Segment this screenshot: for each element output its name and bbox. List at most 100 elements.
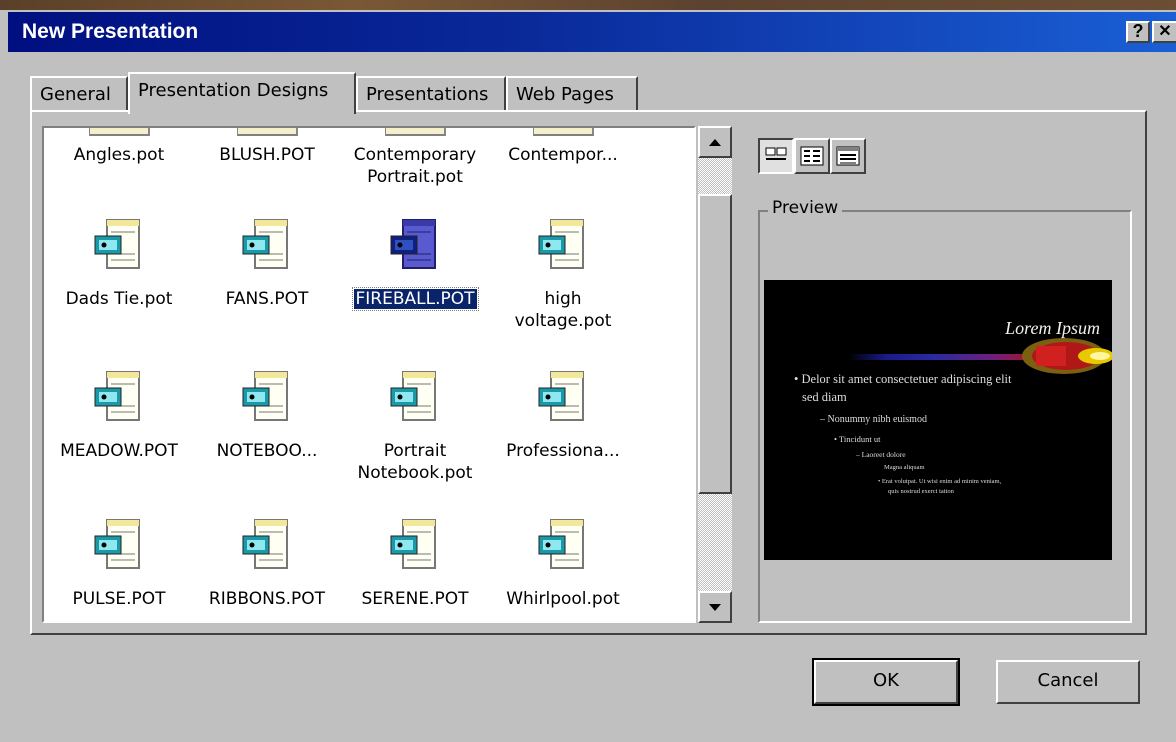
- template-file-label-line: voltage.pot: [514, 311, 612, 331]
- template-file-label: FANS.POT: [192, 288, 342, 310]
- template-file-icon: [390, 519, 436, 569]
- template-file-label-line: NOTEBOO...: [216, 441, 318, 461]
- slide-bullet-6-cont: quis nostrud exerci tation: [888, 488, 954, 495]
- slide-bullet-2: – Nonummy nibh euismod: [820, 414, 927, 425]
- template-file-icon-partial: [89, 128, 150, 136]
- large-icons-view-icon: [765, 147, 787, 160]
- background-strip: [0, 0, 1176, 10]
- template-file-icon: [390, 371, 436, 421]
- template-file-item[interactable]: MEADOW.POT: [44, 366, 194, 496]
- template-file-label: SERENE.POT: [340, 588, 490, 610]
- vertical-scrollbar[interactable]: [698, 126, 732, 623]
- template-file-item[interactable]: Portrait Notebook.pot: [340, 366, 490, 496]
- template-file-label-line: Professiona...: [506, 441, 620, 461]
- window-title: New Presentation: [22, 20, 199, 43]
- list-view-icon: [800, 146, 824, 166]
- template-file-label-line: FANS.POT: [225, 289, 309, 309]
- tab-general[interactable]: General: [30, 76, 128, 112]
- template-file-item[interactable]: PULSE.POT: [44, 514, 194, 621]
- template-file-label-line: Whirlpool.pot: [506, 589, 620, 609]
- preview-label: Preview: [768, 198, 843, 218]
- template-file-label: Angles.pot: [44, 144, 194, 166]
- preview-slide: Lorem Ipsum • Delor sit amet consectetue…: [764, 280, 1112, 560]
- template-file-icon: [242, 519, 288, 569]
- template-file-item[interactable]: FANS.POT: [192, 214, 342, 344]
- slide-bullet-6: • Erat volutpat. Ut wisi enim ad minim v…: [878, 478, 1002, 485]
- close-button[interactable]: ✕: [1152, 21, 1176, 43]
- template-file-label-line: Contempor...: [508, 145, 618, 165]
- template-file-label-line: Dads Tie.pot: [65, 289, 173, 309]
- tab-web-pages[interactable]: Web Pages: [506, 76, 638, 112]
- fireball-graphic: [1022, 338, 1112, 374]
- template-file-icon: [94, 371, 140, 421]
- ok-button[interactable]: OK: [812, 658, 960, 706]
- template-file-label: Whirlpool.pot: [488, 588, 638, 610]
- template-file-item[interactable]: RIBBONS.POT: [192, 514, 342, 621]
- template-file-label-line: Portrait.pot: [367, 167, 463, 187]
- template-file-label-line: Angles.pot: [73, 145, 165, 165]
- template-file-label-line: FIREBALL.POT: [351, 287, 479, 311]
- scroll-up-button[interactable]: [698, 126, 732, 158]
- template-file-item[interactable]: SERENE.POT: [340, 514, 490, 621]
- template-file-label-line: BLUSH.POT: [219, 145, 315, 165]
- template-file-list[interactable]: Angles.pot BLUSH.POT Contemporary Portrait.…: [42, 126, 696, 623]
- slide-bullet-4: – Laoreet dolore: [856, 450, 906, 459]
- list-view-button[interactable]: [794, 138, 830, 174]
- template-file-icon: [242, 371, 288, 421]
- large-icons-view-button[interactable]: [758, 138, 794, 174]
- template-file-label: high voltage.pot: [488, 288, 638, 332]
- template-file-icon: [94, 219, 140, 269]
- template-file-label: RIBBONS.POT: [192, 588, 342, 610]
- slide-title: Lorem Ipsum: [1005, 318, 1100, 338]
- template-file-icon-partial: [237, 128, 298, 136]
- template-file-label: PULSE.POT: [44, 588, 194, 610]
- template-file-icon-partial: [385, 128, 446, 136]
- template-file-label-line: high: [544, 289, 582, 309]
- tab-presentations[interactable]: Presentations: [356, 76, 506, 112]
- slide-bullet-1-cont: sed diam: [802, 390, 847, 404]
- template-file-label: Professiona...: [488, 440, 638, 462]
- preview-group: Preview Lorem Ipsum • Delor sit amet con…: [758, 198, 1132, 623]
- template-file-label-line: MEADOW.POT: [60, 441, 178, 461]
- template-file-label-line: SERENE.POT: [361, 589, 469, 609]
- template-file-label: Dads Tie.pot: [44, 288, 194, 310]
- template-file-label: FIREBALL.POT: [340, 287, 490, 311]
- template-file-icon: [538, 519, 584, 569]
- template-file-item[interactable]: FIREBALL.POT: [340, 214, 490, 344]
- fireball-streak: [848, 354, 1038, 360]
- help-button[interactable]: ?: [1126, 21, 1150, 43]
- template-file-item[interactable]: Whirlpool.pot: [488, 514, 638, 621]
- cancel-button[interactable]: Cancel: [996, 660, 1140, 704]
- template-file-item[interactable]: NOTEBOO...: [192, 366, 342, 496]
- template-file-label: Contemporary Portrait.pot: [340, 144, 490, 188]
- title-bar[interactable]: New Presentation ? ✕: [8, 12, 1176, 52]
- template-file-icon: [94, 519, 140, 569]
- slide-bullet-1: • Delor sit amet consectetuer adipiscing…: [794, 372, 1012, 386]
- details-view-button[interactable]: [830, 138, 866, 174]
- template-file-label: Portrait Notebook.pot: [340, 440, 490, 484]
- tab-presentation-designs[interactable]: Presentation Designs: [128, 72, 356, 114]
- template-file-icon: [242, 219, 288, 269]
- template-file-label-line: RIBBONS.POT: [208, 589, 326, 609]
- tab-panel: Angles.pot BLUSH.POT Contemporary Portrait.…: [30, 110, 1147, 635]
- template-file-label-line: Contemporary: [353, 145, 477, 165]
- up-arrow-icon: [709, 139, 721, 146]
- template-file-label-line: Notebook.pot: [357, 463, 473, 483]
- template-file-icon-partial: [533, 128, 594, 136]
- template-file-icon: [390, 219, 436, 269]
- down-arrow-icon: [709, 604, 721, 611]
- slide-bullet-5: Magna aliquam: [884, 464, 925, 471]
- scroll-down-button[interactable]: [698, 591, 732, 623]
- details-view-icon: [836, 146, 860, 166]
- scroll-thumb[interactable]: [698, 194, 732, 494]
- template-file-item[interactable]: Dads Tie.pot: [44, 214, 194, 344]
- template-file-icon: [538, 219, 584, 269]
- template-file-item[interactable]: high voltage.pot: [488, 214, 638, 344]
- template-file-icon: [538, 371, 584, 421]
- slide-bullet-3: • Tincidunt ut: [834, 434, 881, 444]
- template-file-label: NOTEBOO...: [192, 440, 342, 462]
- template-file-label: MEADOW.POT: [44, 440, 194, 462]
- template-file-label-line: Portrait: [383, 441, 447, 461]
- template-file-label: Contempor...: [488, 144, 638, 166]
- template-file-item[interactable]: Professiona...: [488, 366, 638, 496]
